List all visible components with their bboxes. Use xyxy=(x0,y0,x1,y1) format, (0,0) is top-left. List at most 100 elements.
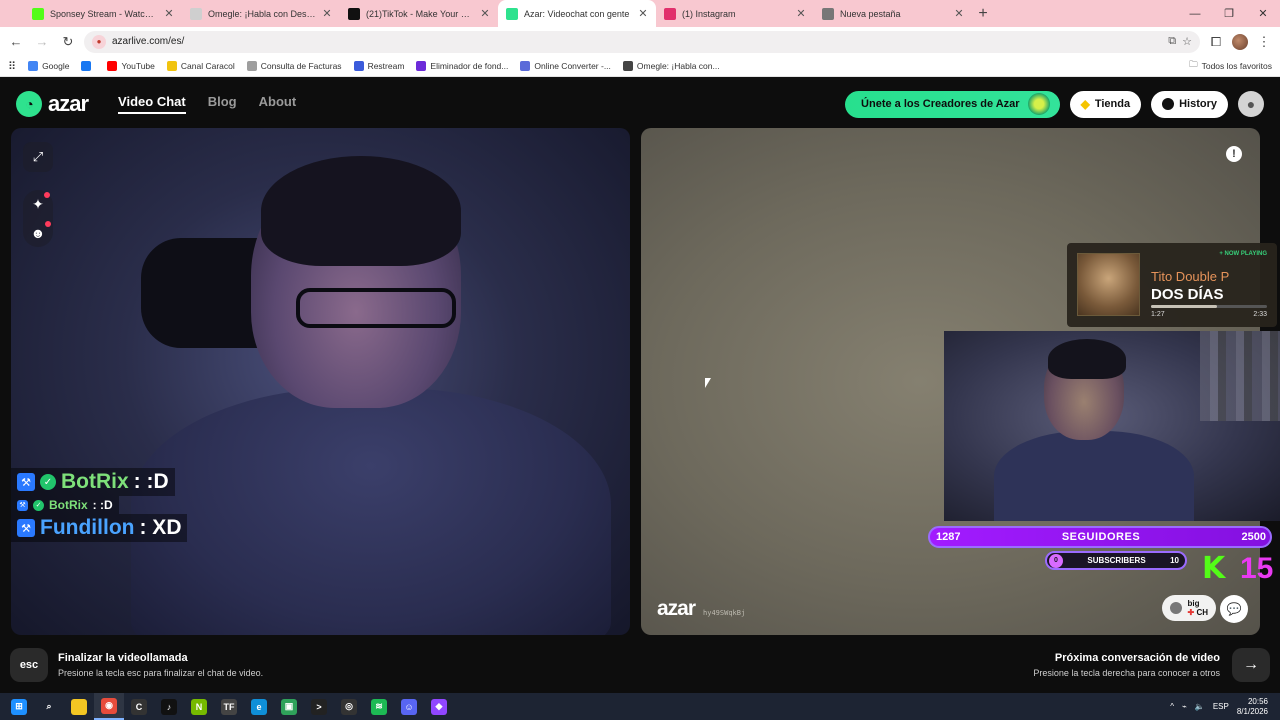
bookmark-favicon-icon xyxy=(622,61,633,71)
next-arrow-button[interactable]: → xyxy=(1232,648,1270,682)
nav-blog[interactable]: Blog xyxy=(208,94,237,114)
shop-button[interactable]: ◆ Tienda xyxy=(1069,90,1142,118)
fullscreen-icon[interactable]: ⤢ xyxy=(23,142,53,172)
maximize-button[interactable]: ❐ xyxy=(1212,0,1246,27)
azar-logo[interactable]: ◔ azar xyxy=(16,91,89,117)
forward-button[interactable]: → xyxy=(32,32,52,52)
apps-grid-icon[interactable]: ⠿ xyxy=(8,60,16,73)
language-indicator[interactable]: ESP xyxy=(1213,702,1229,711)
profile-avatar[interactable] xyxy=(1232,33,1248,50)
bookmark-item[interactable] xyxy=(81,61,95,71)
nav-about[interactable]: About xyxy=(259,94,297,114)
bookmark-star-icon[interactable]: ☆ xyxy=(1182,35,1192,48)
file-explorer-icon[interactable] xyxy=(64,693,94,720)
partner-avatar-icon xyxy=(1169,602,1182,614)
bookmark-item[interactable]: Google xyxy=(28,61,69,71)
tray-chevron-icon[interactable]: ^ xyxy=(1170,702,1174,711)
tab-close-icon[interactable]: ✕ xyxy=(164,7,174,20)
next-call-info: Próxima conversación de video Presione l… xyxy=(1033,652,1220,678)
volume-icon[interactable]: 🔈 xyxy=(1195,702,1205,711)
tab-close-icon[interactable]: ✕ xyxy=(322,7,332,20)
esc-key-button[interactable]: esc xyxy=(10,648,48,682)
history-button[interactable]: History xyxy=(1151,90,1228,118)
bookmark-item[interactable]: Eliminador de fond... xyxy=(416,61,508,71)
browser-tab[interactable]: (1) Instagram ✕ xyxy=(656,0,814,27)
all-bookmarks[interactable]: 🗀 Todos los favoritos xyxy=(1189,59,1272,73)
report-alert-icon[interactable]: ! xyxy=(1226,146,1242,162)
tab-close-icon[interactable]: ✕ xyxy=(954,7,964,20)
url-text[interactable]: azarlive.com/es/ xyxy=(112,36,1162,47)
watermark-text: azar xyxy=(657,597,696,620)
tf-icon[interactable]: TF xyxy=(214,693,244,720)
album-art xyxy=(1077,253,1140,316)
menu-icon[interactable]: ⋮ xyxy=(1254,32,1274,52)
browser-tab[interactable]: (21)TikTok - Make Your Day ✕ xyxy=(340,0,498,27)
browser-tab[interactable]: Sponsey Stream - Watch Live o ✕ xyxy=(24,0,182,27)
windows-start-icon[interactable]: ⊞ xyxy=(4,693,34,720)
followers-current: 1287 xyxy=(936,531,961,543)
extensions-icon[interactable]: ⧠ xyxy=(1206,32,1226,52)
partner-info-chip[interactable]: big ✚ CH xyxy=(1161,595,1216,621)
omnibox[interactable]: ● azarlive.com/es/ ⧉ ☆ xyxy=(84,30,1200,53)
clock[interactable]: 20:56 8/1/2026 xyxy=(1237,697,1268,717)
main-nav: Video Chat Blog About xyxy=(118,94,296,114)
bookmark-item[interactable]: Omegle: ¡Habla con... xyxy=(622,61,720,71)
bookmark-item[interactable]: Restream xyxy=(353,61,404,71)
new-tab-button[interactable]: + xyxy=(972,3,994,25)
subscribers-goal-bar: 0 SUBSCRIBERS 10 xyxy=(1045,551,1187,570)
edge-icon[interactable]: e xyxy=(244,693,274,720)
pip-body-shape xyxy=(994,431,1194,521)
azar-top-nav: ◔ azar Video Chat Blog About Únete a los… xyxy=(0,80,1280,128)
bookmark-label: YouTube xyxy=(121,61,155,71)
tab-close-icon[interactable]: ✕ xyxy=(480,7,490,20)
bookmark-favicon-icon xyxy=(166,61,177,71)
join-creators-button[interactable]: Únete a los Creadores de Azar xyxy=(845,90,1060,118)
twitch-studio-icon[interactable]: ◆ xyxy=(424,693,454,720)
app-green-icon[interactable]: ▣ xyxy=(274,693,304,720)
camera-site-icon[interactable]: ● xyxy=(92,34,106,49)
windows-taskbar: ⊞ ⌕ ◉ C ♪ N TF e ▣ > ◎ ≋ ☺ ◆ ^ ⌁ 🔈 ESP 20:56 8/1/2026 xyxy=(0,693,1280,720)
nav-video-chat[interactable]: Video Chat xyxy=(118,94,186,114)
chrome-icon[interactable]: ◉ xyxy=(94,693,124,720)
discord-icon[interactable]: ☺ xyxy=(394,693,424,720)
browser-tab[interactable]: Azar: Videochat con gente ✕ xyxy=(498,0,656,27)
clock-date: 8/1/2026 xyxy=(1236,706,1268,716)
network-icon[interactable]: ⌁ xyxy=(1182,702,1187,711)
user-account-icon[interactable]: ● xyxy=(1238,91,1264,117)
tf-icon-glyph: TF xyxy=(221,698,237,715)
spotify-icon[interactable]: ≋ xyxy=(364,693,394,720)
azar-logo-icon: ◔ xyxy=(16,91,42,117)
taskbar-apps: ⊞ ⌕ ◉ C ♪ N TF e ▣ > ◎ ≋ ☺ ◆ xyxy=(4,693,454,720)
followers-goal: 2500 xyxy=(1241,531,1266,543)
bookmark-item[interactable]: YouTube xyxy=(107,61,155,71)
tiktok-icon[interactable]: ♪ xyxy=(154,693,184,720)
tab-close-icon[interactable]: ✕ xyxy=(638,7,648,20)
bookmark-item[interactable]: Online Converter -... xyxy=(520,61,611,71)
call-of-duty-icon[interactable]: C xyxy=(124,693,154,720)
face-filter-icon[interactable]: ☻ xyxy=(31,221,52,241)
bookmark-item[interactable]: Canal Caracol xyxy=(166,61,235,71)
pip-hair-shape xyxy=(1048,339,1126,379)
sparkle-effects-icon[interactable]: ✦ xyxy=(32,192,50,213)
minimize-button[interactable]: — xyxy=(1178,0,1212,27)
person-hair-shape xyxy=(261,156,461,266)
cast-icon[interactable]: ⧉ xyxy=(1168,35,1176,48)
browser-tab[interactable]: Omegle: ¡Habla con Desconoc ✕ xyxy=(182,0,340,27)
bookmark-item[interactable]: Consulta de Facturas xyxy=(246,61,342,71)
nvidia-icon[interactable]: N xyxy=(184,693,214,720)
browser-tab[interactable]: Nueva pestaña ✕ xyxy=(814,0,972,27)
next-call-subtitle: Presione la tecla derecha para conocer a… xyxy=(1033,668,1220,678)
shop-label: Tienda xyxy=(1094,98,1131,110)
back-button[interactable]: ← xyxy=(6,32,26,52)
subs-label: SUBSCRIBERS xyxy=(1087,556,1146,565)
tab-label: Sponsey Stream - Watch Live o xyxy=(50,8,158,19)
reload-button[interactable]: ↻ xyxy=(58,32,78,52)
tab-close-icon[interactable]: ✕ xyxy=(796,7,806,20)
mouse-cursor-icon xyxy=(705,378,711,388)
close-window-button[interactable]: ✕ xyxy=(1246,0,1280,27)
terminal-icon[interactable]: > xyxy=(304,693,334,720)
person-glasses-shape xyxy=(296,288,456,328)
obs-icon[interactable]: ◎ xyxy=(334,693,364,720)
chat-bubble-icon[interactable]: 💬 xyxy=(1220,595,1248,623)
search-icon[interactable]: ⌕ xyxy=(34,693,64,720)
